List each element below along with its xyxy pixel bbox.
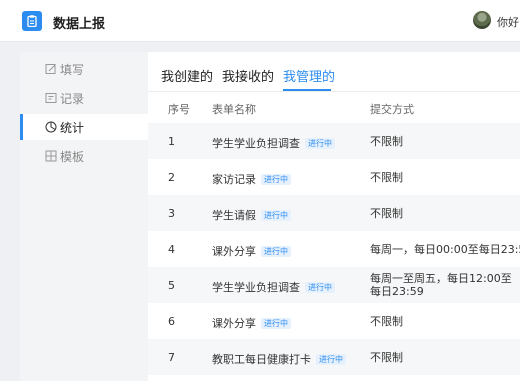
- main-panel: 我创建的 我接收的 我管理的 序号 表单名称 提交方式 1 学生学业负担调查 进行…: [148, 52, 520, 381]
- row-index: 5: [168, 279, 175, 292]
- form-name-cell[interactable]: 学生学业负担调查 进行中: [212, 135, 335, 151]
- status-badge: 进行中: [316, 354, 346, 365]
- table-row[interactable]: 2 家访记录 进行中 不限制: [148, 159, 520, 195]
- status-badge: 进行中: [305, 138, 335, 149]
- table-row[interactable]: 3 学生请假 进行中 不限制: [148, 195, 520, 231]
- edit-icon: [45, 63, 57, 75]
- form-name[interactable]: 家访记录: [212, 173, 256, 186]
- sidebar-item-fill[interactable]: 填写: [20, 56, 148, 82]
- sidebar-item-label: 填写: [60, 63, 85, 77]
- form-name-cell[interactable]: 学生学业负担调查 进行中: [212, 279, 335, 295]
- top-header: 数据上报 你好: [0, 0, 520, 42]
- submit-method: 不限制: [370, 171, 403, 184]
- sidebar-item-label: 模板: [60, 150, 85, 164]
- row-index: 6: [168, 315, 175, 328]
- table-row[interactable]: 7 教职工每日健康打卡 进行中 不限制: [148, 339, 520, 375]
- column-header-submit-method: 提交方式: [370, 103, 414, 116]
- form-name[interactable]: 学生学业负担调查: [212, 281, 300, 294]
- table-row[interactable]: 6 课外分享 进行中 不限制: [148, 303, 520, 339]
- submit-method: 不限制: [370, 135, 403, 148]
- sidebar-item-templates[interactable]: 模板: [20, 143, 148, 169]
- status-badge: 进行中: [261, 246, 291, 257]
- sidebar-item-label: 统计: [60, 121, 85, 135]
- pie-chart-icon: [45, 121, 57, 133]
- template-icon: [45, 150, 57, 162]
- status-badge: 进行中: [261, 174, 291, 185]
- table-header: 序号 表单名称 提交方式: [148, 92, 520, 122]
- tab-managed[interactable]: 我管理的: [283, 66, 335, 85]
- app-logo-icon[interactable]: [22, 11, 42, 31]
- table-row[interactable]: 1 学生学业负担调查 进行中 不限制: [148, 123, 520, 159]
- form-name[interactable]: 学生请假: [212, 209, 256, 222]
- user-avatar[interactable]: [473, 11, 491, 29]
- form-name[interactable]: 课外分享: [212, 317, 256, 330]
- sidebar-item-records[interactable]: 记录: [20, 85, 148, 111]
- sidebar-item-label: 记录: [60, 92, 85, 106]
- submit-method: 每周一至周五，每日12:00至每日23:59: [370, 272, 512, 298]
- row-index: 7: [168, 351, 175, 364]
- tab-received[interactable]: 我接收的: [222, 66, 274, 85]
- submit-method: 不限制: [370, 207, 403, 220]
- submit-method: 不限制: [370, 315, 403, 328]
- form-name[interactable]: 教职工每日健康打卡: [212, 353, 311, 366]
- form-name-cell[interactable]: 课外分享 进行中: [212, 243, 291, 259]
- status-badge: 进行中: [261, 318, 291, 329]
- status-badge: 进行中: [305, 282, 335, 293]
- app-title: 数据上报: [53, 17, 106, 32]
- row-index: 2: [168, 171, 175, 184]
- form-name-cell[interactable]: 课外分享 进行中: [212, 315, 291, 331]
- form-name[interactable]: 学生学业负担调查: [212, 137, 300, 150]
- column-header-index: 序号: [168, 103, 190, 116]
- sidebar-item-statistics[interactable]: 统计: [20, 114, 148, 140]
- table-row[interactable]: 4 课外分享 进行中 每周一，每日00:00至每日23:59: [148, 231, 520, 267]
- tab-created[interactable]: 我创建的: [161, 66, 213, 85]
- sidebar: 填写 记录 统计 模板: [20, 52, 148, 381]
- record-icon: [45, 92, 57, 104]
- row-index: 4: [168, 243, 175, 256]
- user-greeting[interactable]: 你好: [497, 14, 519, 30]
- form-name-cell[interactable]: 教职工每日健康打卡 进行中: [212, 351, 346, 367]
- submit-method: 不限制: [370, 351, 403, 364]
- status-badge: 进行中: [261, 210, 291, 221]
- form-name-cell[interactable]: 学生请假 进行中: [212, 207, 291, 223]
- column-header-form-name: 表单名称: [212, 103, 256, 116]
- row-index: 1: [168, 135, 175, 148]
- form-name-cell[interactable]: 家访记录 进行中: [212, 171, 291, 187]
- table-row[interactable]: 5 学生学业负担调查 进行中 每周一至周五，每日12:00至每日23:59: [148, 267, 520, 303]
- row-index: 3: [168, 207, 175, 220]
- form-name[interactable]: 课外分享: [212, 245, 256, 258]
- submit-method: 每周一，每日00:00至每日23:59: [370, 243, 520, 256]
